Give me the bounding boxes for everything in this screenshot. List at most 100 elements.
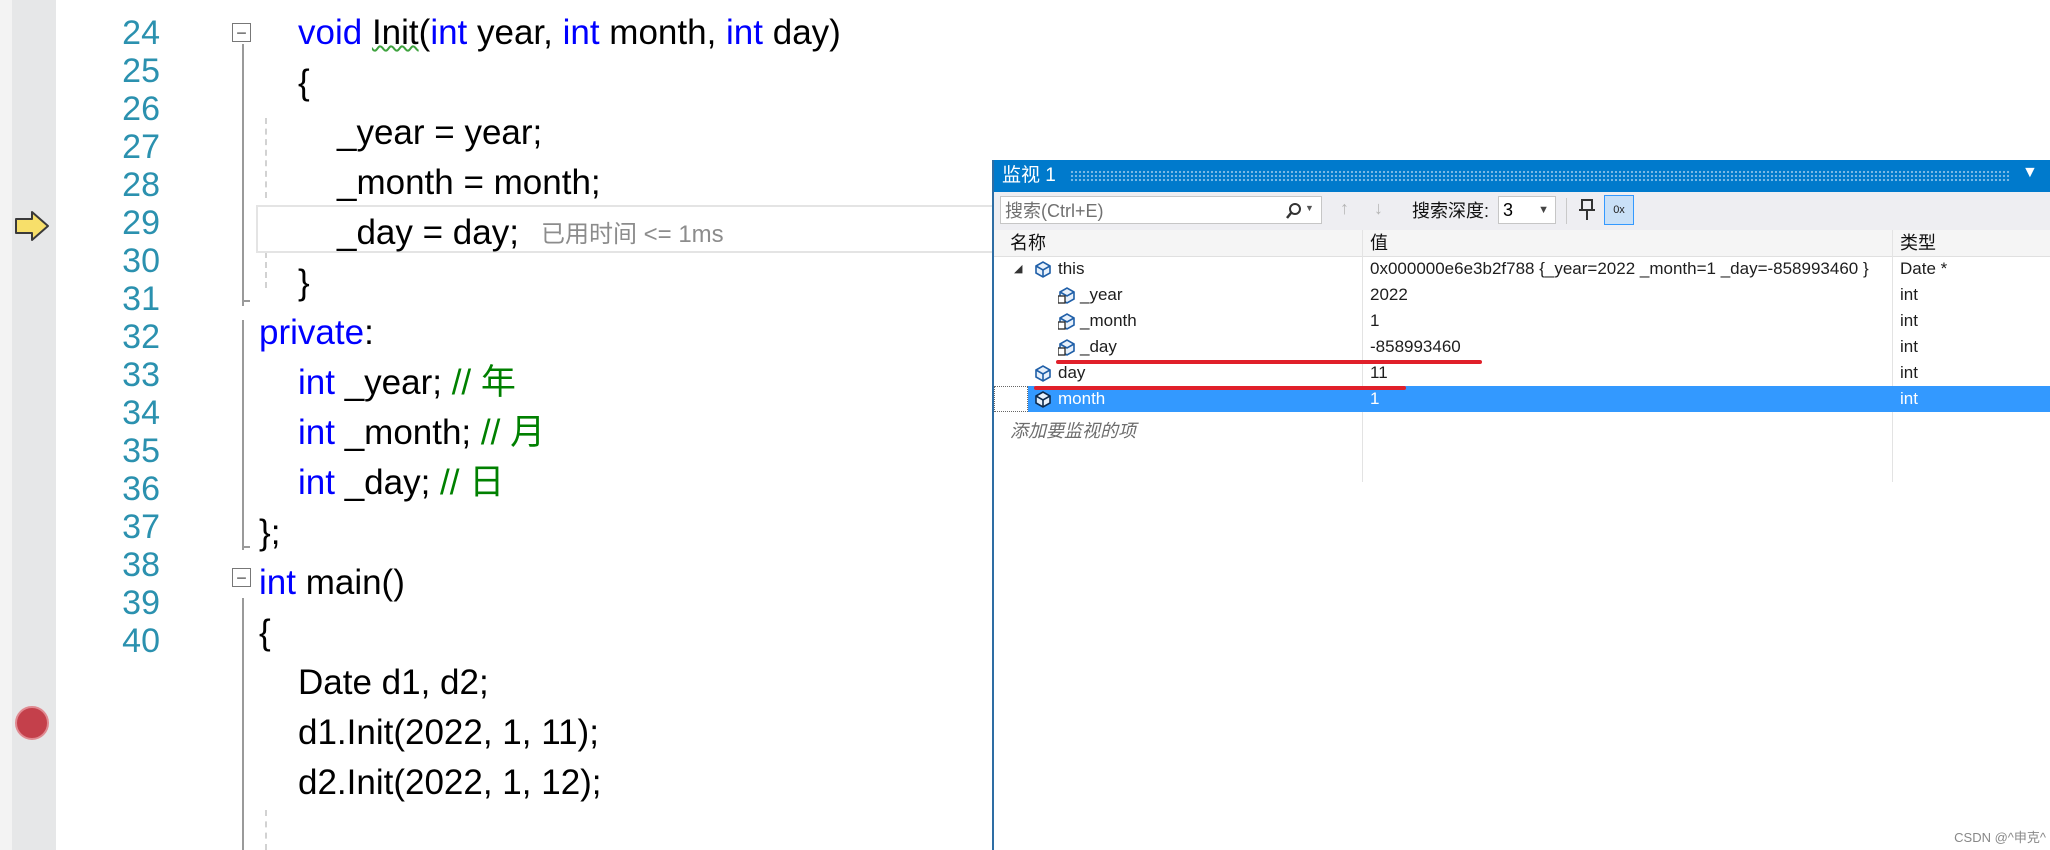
column-type[interactable]: 类型 bbox=[1900, 230, 1936, 256]
title-grip[interactable] bbox=[1070, 170, 2010, 182]
search-options-icon[interactable]: ▼ bbox=[1305, 203, 1314, 213]
breakpoint-icon[interactable] bbox=[15, 706, 49, 740]
keyword: int bbox=[430, 13, 468, 52]
code-line-39[interactable]: d2.Init(2022, 1, 12); bbox=[298, 758, 602, 808]
watch-type: int bbox=[1900, 363, 1918, 382]
code-text: _day = day; bbox=[337, 213, 519, 252]
comment: // 年 bbox=[451, 363, 516, 402]
watch-type: int bbox=[1900, 337, 1918, 356]
column-name[interactable]: 名称 bbox=[1010, 230, 1046, 256]
keyword: int bbox=[298, 363, 335, 402]
private-field-icon bbox=[1058, 313, 1075, 330]
outline-line bbox=[242, 598, 244, 850]
outline-line bbox=[242, 300, 250, 302]
search-box[interactable]: ▼ bbox=[1000, 196, 1322, 225]
local-variable-icon bbox=[1035, 391, 1051, 408]
watch-value[interactable]: 2022 bbox=[1370, 282, 1408, 308]
keyword: int bbox=[562, 13, 600, 52]
outline-line bbox=[242, 44, 244, 306]
code-text: _month; bbox=[334, 413, 481, 452]
annotation-underline bbox=[1034, 386, 1406, 390]
search-depth-value: 3 bbox=[1503, 200, 1514, 220]
collapse-toggle[interactable]: − bbox=[232, 568, 251, 587]
watch-title: 监视 1 bbox=[1002, 165, 1056, 186]
code-line-37[interactable]: Date d1, d2; bbox=[298, 658, 489, 708]
function-name: Init bbox=[371, 13, 419, 52]
indent-guide bbox=[265, 118, 267, 198]
add-watch-item[interactable]: 添加要监视的项 bbox=[1010, 418, 1136, 444]
collapse-icon: − bbox=[236, 567, 247, 588]
search-input[interactable] bbox=[1001, 197, 1291, 225]
code-line-34[interactable]: }; bbox=[259, 508, 280, 558]
code-line-27[interactable]: _month = month; bbox=[337, 158, 601, 208]
watch-name: _day bbox=[1080, 337, 1117, 356]
code-line-32[interactable]: int _month; // 月 bbox=[298, 408, 545, 458]
indent-guide bbox=[265, 252, 267, 288]
perf-tip: 已用时间 <= 1ms bbox=[540, 220, 724, 248]
code-text: _year; bbox=[334, 363, 452, 402]
find-previous-icon[interactable]: ↑ bbox=[1340, 198, 1349, 219]
watch-window[interactable]: 监视 1 ▼ ▼ ↑ ↓ 搜索深度: 3 ▼ 0x 名称 值 类型 bbox=[992, 160, 2050, 850]
watch-type: Date * bbox=[1900, 259, 1948, 278]
code-line-36[interactable]: { bbox=[259, 608, 271, 658]
code-text: : bbox=[364, 313, 374, 352]
watch-toolbar: ▼ ↑ ↓ 搜索深度: 3 ▼ 0x bbox=[994, 192, 2050, 230]
local-variable-icon bbox=[1035, 365, 1051, 382]
private-field-icon bbox=[1058, 339, 1075, 356]
keyword: int bbox=[298, 413, 335, 452]
row-focus-cell bbox=[994, 386, 1028, 412]
watch-name: this bbox=[1058, 259, 1085, 278]
annotation-underline bbox=[1056, 360, 1482, 364]
watch-name: _month bbox=[1080, 311, 1137, 330]
watch-type: int bbox=[1900, 311, 1918, 330]
code-line-24[interactable]: void Init(int year, int month, int day) bbox=[298, 8, 841, 58]
outline-line bbox=[242, 546, 250, 548]
search-depth-label: 搜索深度: bbox=[1412, 201, 1490, 221]
find-next-icon[interactable]: ↓ bbox=[1374, 198, 1383, 219]
window-menu-icon[interactable]: ▼ bbox=[2022, 164, 2038, 182]
watch-type: int bbox=[1900, 285, 1918, 304]
collapse-toggle[interactable]: − bbox=[232, 23, 251, 42]
indent-guide bbox=[265, 810, 267, 850]
watch-row-month-field[interactable]: _month 1 int bbox=[994, 308, 2050, 334]
watch-row-day-field[interactable]: _day -858993460 int bbox=[994, 334, 2050, 360]
watch-type: int bbox=[1900, 389, 1918, 408]
code-line-28[interactable]: _day = day; 已用时间 <= 1ms bbox=[337, 208, 724, 258]
watch-value[interactable]: 0x000000e6e3b2f788 {_year=2022 _month=1 … bbox=[1370, 256, 1869, 282]
keyword: void bbox=[298, 13, 363, 52]
code-line-31[interactable]: int _year; // 年 bbox=[298, 358, 516, 408]
expanded-triangle-icon[interactable]: ◢ bbox=[1014, 256, 1022, 282]
code-line-26[interactable]: _year = year; bbox=[337, 108, 542, 158]
search-depth-select[interactable]: 3 ▼ bbox=[1498, 196, 1556, 224]
execution-pointer-icon[interactable] bbox=[14, 210, 50, 242]
code-line-38[interactable]: d1.Init(2022, 1, 11); bbox=[298, 708, 599, 758]
keyword: private bbox=[259, 313, 365, 352]
private-field-icon bbox=[1058, 287, 1075, 304]
glyph-margin[interactable] bbox=[0, 0, 12, 850]
object-icon bbox=[1035, 261, 1051, 278]
code-line-35[interactable]: int main() bbox=[259, 558, 405, 608]
code-line-29[interactable]: } bbox=[298, 258, 310, 308]
param: year, bbox=[467, 13, 563, 52]
code-line-25[interactable]: { bbox=[298, 58, 310, 108]
comment: // 月 bbox=[480, 413, 546, 452]
watch-title-bar[interactable]: 监视 1 ▼ bbox=[994, 160, 2050, 192]
watch-row-year[interactable]: _year 2022 int bbox=[994, 282, 2050, 308]
watch-row-this[interactable]: ◢ this 0x000000e6e3b2f788 {_year=2022 _m… bbox=[994, 256, 2050, 282]
column-value[interactable]: 值 bbox=[1370, 230, 1388, 256]
watch-value[interactable]: 1 bbox=[1370, 308, 1379, 334]
pin-icon[interactable] bbox=[1576, 198, 1598, 222]
hex-display-button[interactable]: 0x bbox=[1604, 195, 1634, 225]
param: month, bbox=[599, 13, 727, 52]
comment: // 日 bbox=[440, 463, 505, 502]
code-line-30[interactable]: private: bbox=[259, 308, 374, 358]
watch-name: _year bbox=[1080, 285, 1123, 304]
line-number: 40 bbox=[122, 622, 160, 660]
search-icon[interactable] bbox=[1285, 202, 1303, 220]
watch-value[interactable]: -858993460 bbox=[1370, 334, 1461, 360]
toolbar-separator bbox=[1566, 198, 1567, 224]
outline-line bbox=[242, 320, 244, 550]
hex-label: 0x bbox=[1613, 204, 1625, 216]
code-line-33[interactable]: int _day; // 日 bbox=[298, 458, 504, 508]
code-text: _day; bbox=[334, 463, 441, 502]
